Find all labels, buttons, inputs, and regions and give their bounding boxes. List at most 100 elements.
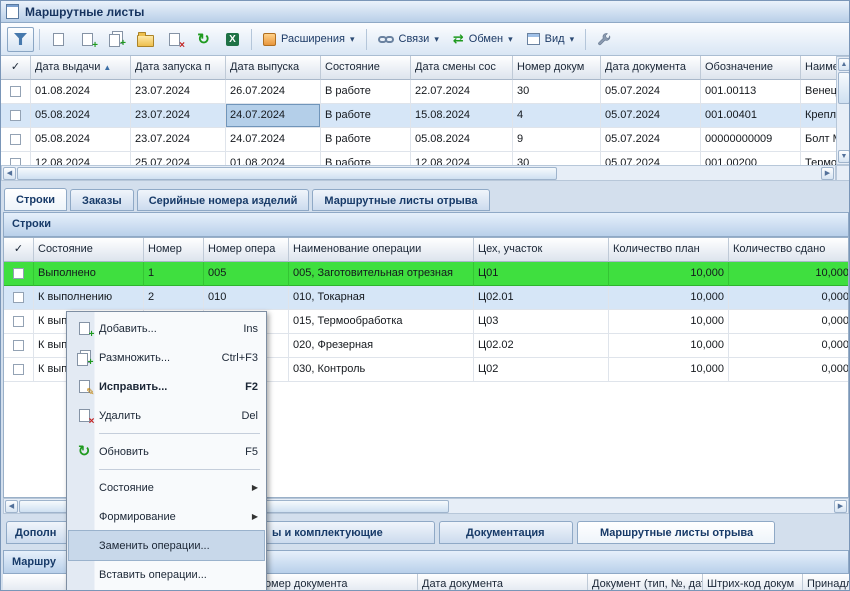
- cell[interactable]: В работе: [321, 128, 411, 152]
- column-header[interactable]: Номер опера: [204, 238, 289, 262]
- table-row[interactable]: К выполнению2010010, ТокарнаяЦ02.0110,00…: [4, 286, 848, 310]
- cell[interactable]: 0,000: [729, 310, 849, 334]
- scroll-left-button[interactable]: ◀: [5, 500, 18, 513]
- cell[interactable]: Ц03: [474, 310, 609, 334]
- dropdown-button-3[interactable]: ⇄Обмен▾: [446, 27, 520, 52]
- row-checkbox-cell[interactable]: [4, 286, 34, 310]
- cell[interactable]: 10,000: [609, 310, 729, 334]
- cell[interactable]: 001.00113: [701, 80, 801, 104]
- tab-3[interactable]: Серийные номера изделий: [137, 189, 310, 211]
- cell[interactable]: 23.07.2024: [131, 80, 226, 104]
- cell[interactable]: Болт М: [801, 128, 836, 152]
- new-button[interactable]: [45, 27, 72, 52]
- cell[interactable]: В работе: [321, 80, 411, 104]
- column-header[interactable]: Обозначение: [701, 56, 801, 80]
- tab-1[interactable]: Строки: [4, 188, 67, 211]
- column-header[interactable]: Наимен: [801, 56, 836, 80]
- row-checkbox-cell[interactable]: [4, 310, 34, 334]
- cell[interactable]: 010: [204, 286, 289, 310]
- table-row[interactable]: 01.08.202423.07.202426.07.2024В работе22…: [1, 80, 836, 104]
- cell[interactable]: 2: [144, 286, 204, 310]
- menu-item-11[interactable]: Вставить операции...: [69, 560, 264, 589]
- cell[interactable]: 020, Фрезерная: [289, 334, 474, 358]
- cell[interactable]: 0,000: [729, 286, 849, 310]
- checkbox[interactable]: [10, 110, 21, 121]
- cell[interactable]: Выполнено: [34, 262, 144, 286]
- menu-item-1[interactable]: +Добавить...Ins: [69, 314, 264, 343]
- cell[interactable]: 0,000: [729, 358, 849, 382]
- add-button[interactable]: +: [74, 27, 101, 52]
- menu-item-10[interactable]: Заменить операции...: [69, 531, 264, 560]
- cell[interactable]: 23.07.2024: [131, 128, 226, 152]
- row-checkbox-cell[interactable]: [1, 128, 31, 152]
- cell[interactable]: 01.08.2024: [226, 152, 321, 165]
- column-header[interactable]: ✓: [4, 238, 34, 262]
- settings-button[interactable]: [591, 27, 618, 52]
- column-header[interactable]: Дата смены сос: [411, 56, 513, 80]
- menu-item-2[interactable]: +Размножить...Ctrl+F3: [69, 343, 264, 372]
- bottom-tab-3[interactable]: Документация: [439, 521, 573, 544]
- tab-4[interactable]: Маршрутные листы отрыва: [312, 189, 489, 211]
- menu-item-6[interactable]: ↻ОбновитьF5: [69, 437, 264, 466]
- column-header[interactable]: Номер: [144, 238, 204, 262]
- column-header[interactable]: Цех, участок: [474, 238, 609, 262]
- scroll-left-button[interactable]: ◀: [3, 167, 16, 180]
- column-header[interactable]: Документ (тип, №, дата): [588, 574, 703, 591]
- table-row[interactable]: 05.08.202423.07.202424.07.2024В работе05…: [1, 128, 836, 152]
- cell[interactable]: 001.00200: [701, 152, 801, 165]
- cell[interactable]: 05.07.2024: [601, 104, 701, 128]
- cell[interactable]: 0,000: [729, 334, 849, 358]
- checkbox[interactable]: [13, 292, 24, 303]
- scroll-thumb[interactable]: [17, 167, 557, 180]
- row-checkbox-cell[interactable]: [1, 104, 31, 128]
- column-header[interactable]: Дата документа: [601, 56, 701, 80]
- scroll-thumb[interactable]: [838, 72, 850, 104]
- cell[interactable]: 15.08.2024: [411, 104, 513, 128]
- column-header[interactable]: Принадлежн: [803, 574, 849, 591]
- cell[interactable]: 26.07.2024: [226, 80, 321, 104]
- cell[interactable]: К выполнению: [34, 286, 144, 310]
- column-header[interactable]: Номер докум: [513, 56, 601, 80]
- column-header[interactable]: Состояние: [34, 238, 144, 262]
- menu-item-9[interactable]: Формирование▶: [69, 502, 264, 531]
- menu-item-3[interactable]: ✎Исправить...F2: [69, 372, 264, 401]
- cell[interactable]: Термост: [801, 152, 836, 165]
- dropdown-button-2[interactable]: Связи▾: [371, 27, 446, 52]
- checkbox[interactable]: [10, 134, 21, 145]
- cell[interactable]: В работе: [321, 152, 411, 165]
- cell[interactable]: 24.07.2024: [226, 128, 321, 152]
- cell[interactable]: 05.08.2024: [31, 104, 131, 128]
- cell[interactable]: 05.08.2024: [411, 128, 513, 152]
- checkbox[interactable]: [13, 364, 24, 375]
- checkbox[interactable]: [13, 316, 24, 327]
- cell[interactable]: 12.08.2024: [411, 152, 513, 165]
- cell[interactable]: Ц02.02: [474, 334, 609, 358]
- cell[interactable]: Ц02: [474, 358, 609, 382]
- cell[interactable]: 10,000: [609, 262, 729, 286]
- cell[interactable]: 10,000: [609, 286, 729, 310]
- cell[interactable]: 05.08.2024: [31, 128, 131, 152]
- checkbox[interactable]: [13, 340, 24, 351]
- cell[interactable]: 24.07.2024: [226, 104, 321, 128]
- cell[interactable]: 005: [204, 262, 289, 286]
- cell[interactable]: 10,000: [609, 334, 729, 358]
- table-row[interactable]: 05.08.202423.07.202424.07.2024В работе15…: [1, 104, 836, 128]
- cell[interactable]: 010, Токарная: [289, 286, 474, 310]
- row-checkbox-cell[interactable]: [4, 334, 34, 358]
- row-checkbox-cell[interactable]: [4, 262, 34, 286]
- column-header[interactable]: Дата выпуска: [226, 56, 321, 80]
- row-checkbox-cell[interactable]: [4, 358, 34, 382]
- column-header[interactable]: Состояние: [321, 56, 411, 80]
- tab-2[interactable]: Заказы: [70, 189, 134, 211]
- dropdown-button-1[interactable]: Расширения▾: [256, 27, 362, 52]
- cell[interactable]: 25.07.2024: [131, 152, 226, 165]
- cell[interactable]: 00000000009: [701, 128, 801, 152]
- cell[interactable]: В работе: [321, 104, 411, 128]
- cell[interactable]: 30: [513, 152, 601, 165]
- cell[interactable]: Венец ч: [801, 80, 836, 104]
- cell[interactable]: Ц02.01: [474, 286, 609, 310]
- column-header[interactable]: Наименование операции: [289, 238, 474, 262]
- scroll-right-button[interactable]: ▶: [821, 167, 834, 180]
- table-row[interactable]: Выполнено1005005, Заготовительная отрезн…: [4, 262, 848, 286]
- scroll-up-button[interactable]: ▲: [838, 58, 850, 71]
